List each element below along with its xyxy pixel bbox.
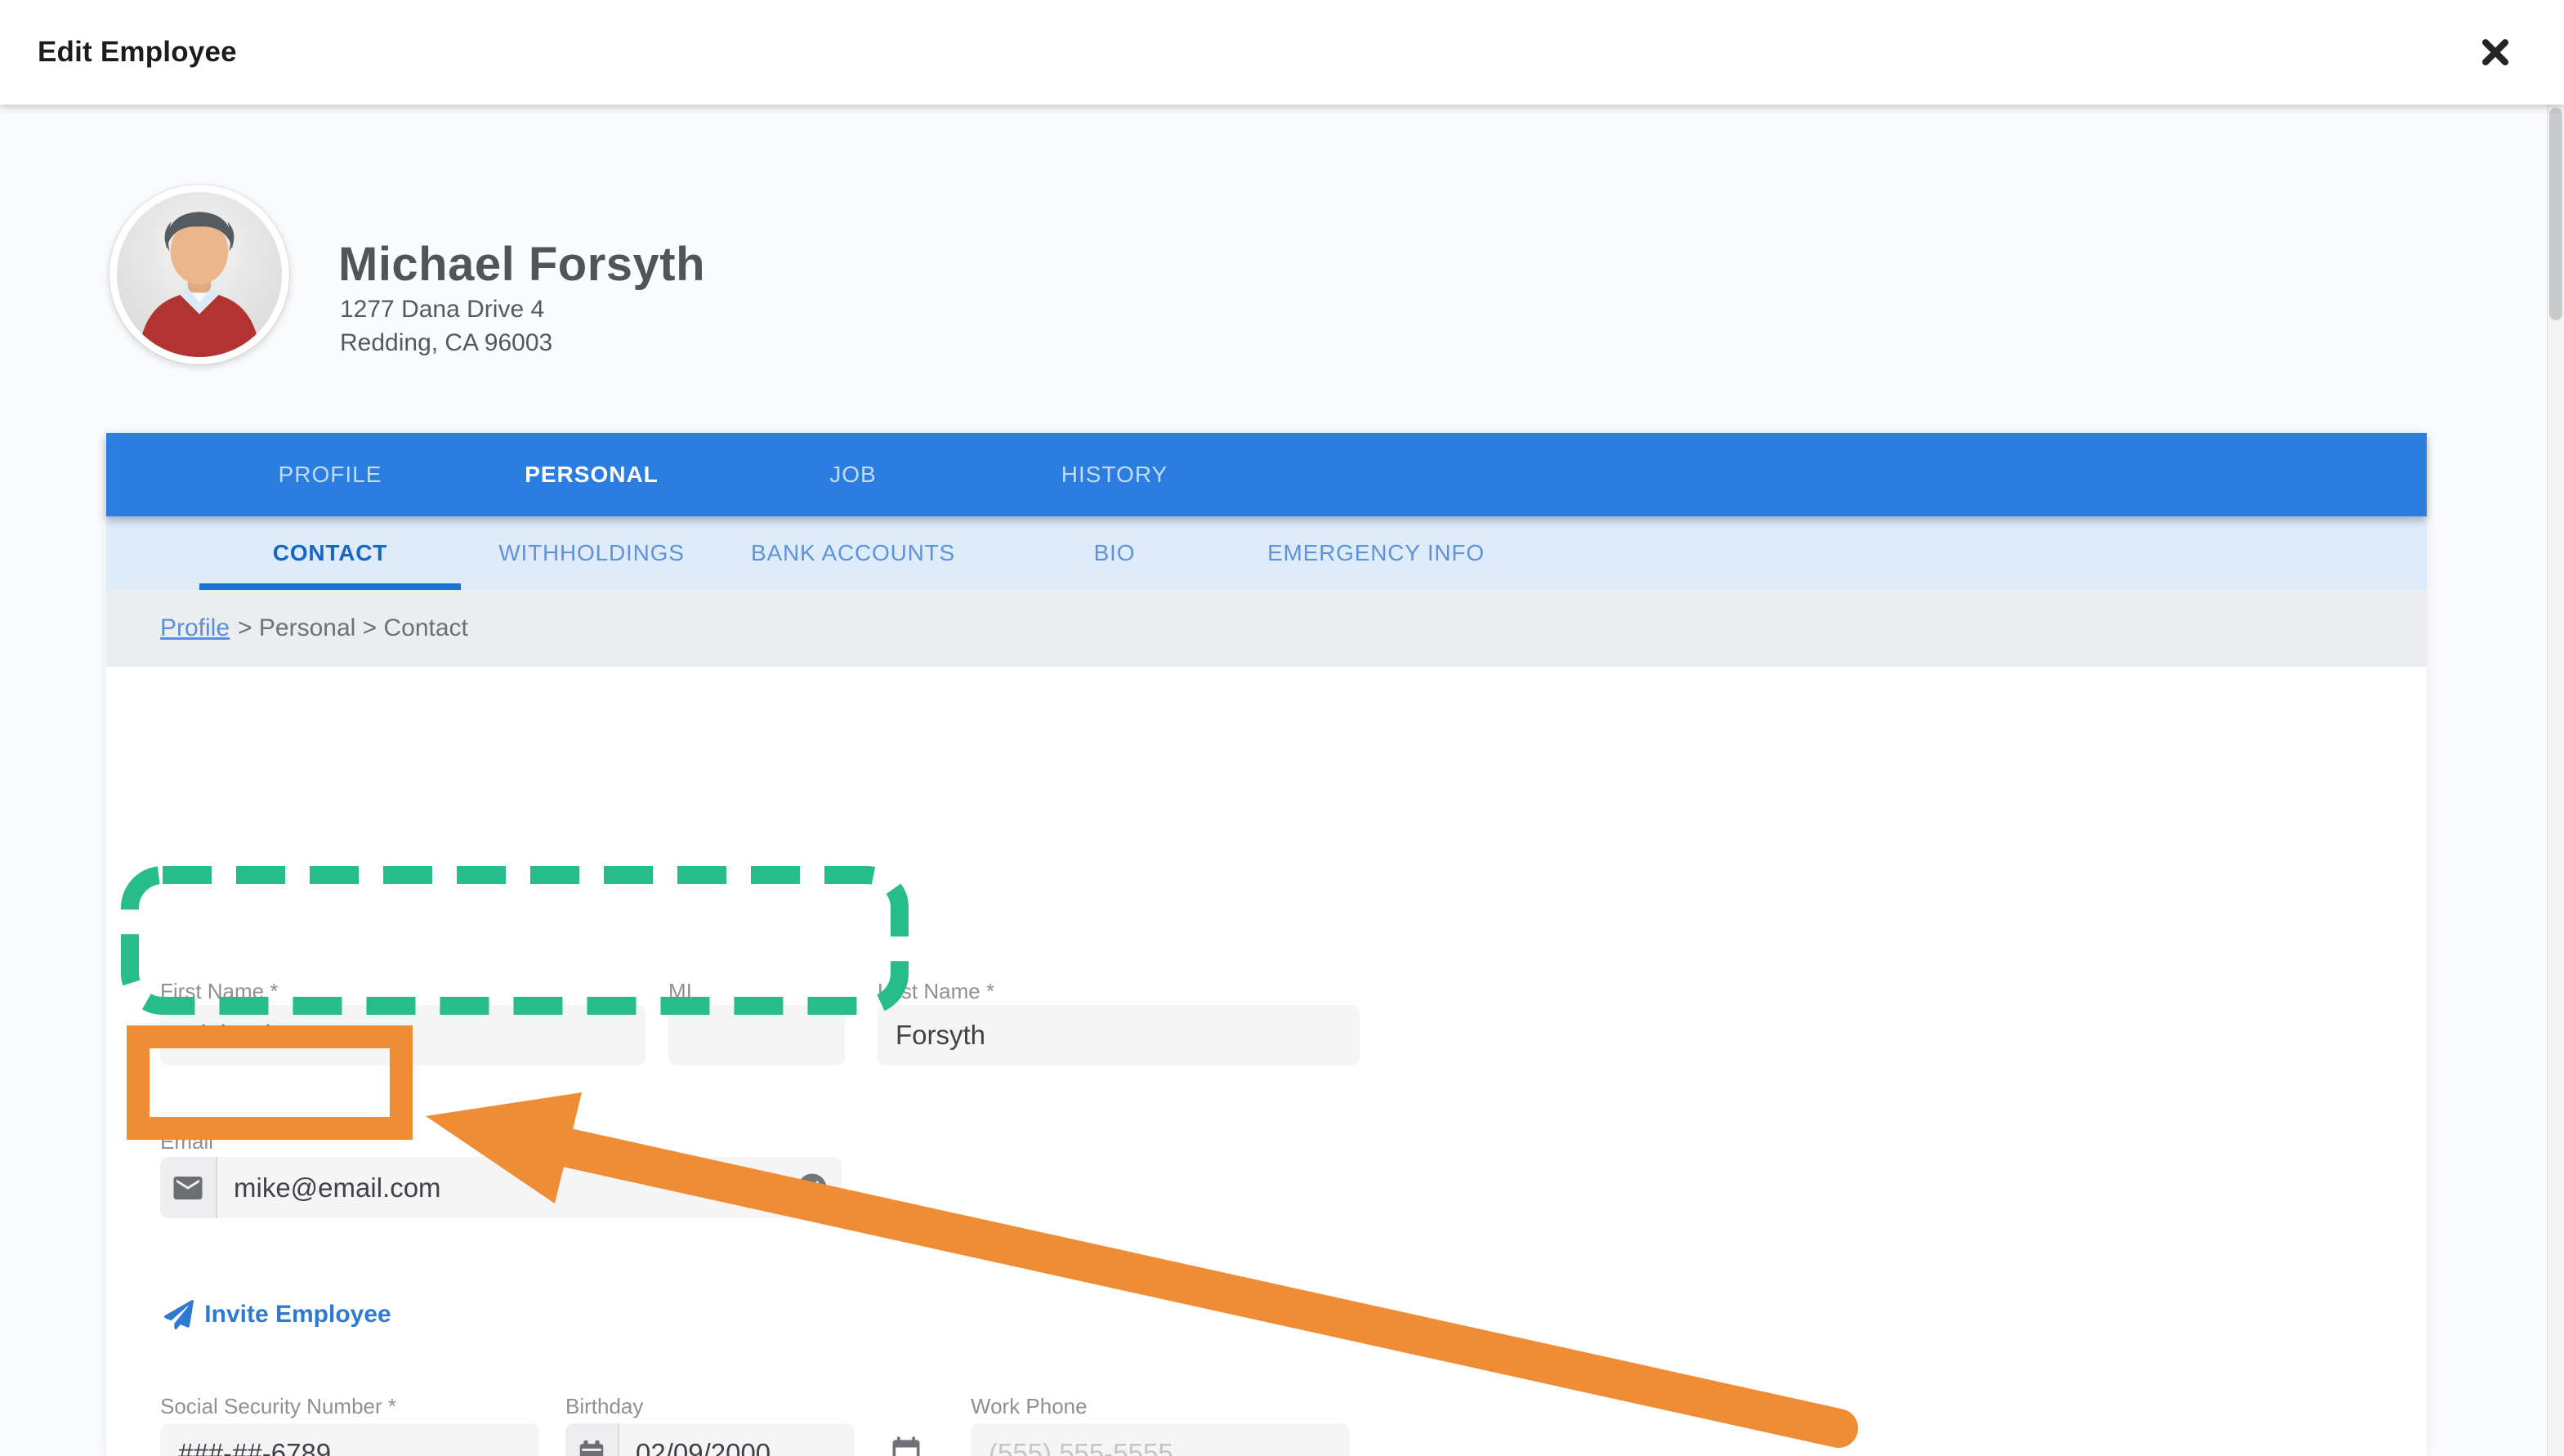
- sub-tab-bar: CONTACT WITHHOLDINGS BANK ACCOUNTS BIO E…: [106, 516, 2427, 590]
- first-name-label: First Name *: [160, 979, 278, 1004]
- breadcrumb-trail: > Personal > Contact: [238, 614, 468, 642]
- calendar-icon: [576, 1438, 607, 1456]
- email-field-group: [160, 1157, 842, 1218]
- work-phone-label: Work Phone: [971, 1394, 1088, 1419]
- close-icon: [2479, 36, 2512, 69]
- employee-name: Michael Forsyth: [338, 237, 705, 292]
- breadcrumb-link-profile[interactable]: Profile: [160, 614, 230, 642]
- birthday-field-group: [565, 1423, 855, 1456]
- active-tab-indicator: [199, 583, 461, 590]
- tab-withholdings[interactable]: WITHHOLDINGS: [461, 516, 722, 590]
- ssn-label: Social Security Number *: [160, 1394, 396, 1419]
- first-name-field[interactable]: [160, 1005, 645, 1065]
- scrollbar-track[interactable]: [2547, 105, 2564, 1456]
- tab-profile[interactable]: PROFILE: [199, 433, 461, 516]
- ssn-field[interactable]: [160, 1423, 539, 1456]
- clear-email-button[interactable]: [794, 1170, 830, 1206]
- email-field[interactable]: [217, 1157, 842, 1218]
- birthday-icon-section: [565, 1423, 619, 1456]
- modal-header: Edit Employee: [0, 0, 2564, 105]
- scrollbar-thumb[interactable]: [2549, 108, 2562, 320]
- main-tab-bar: PROFILE PERSONAL JOB HISTORY: [106, 433, 2427, 516]
- employee-card: PROFILE PERSONAL JOB HISTORY CONTACT WIT…: [106, 433, 2427, 1456]
- tab-history[interactable]: HISTORY: [984, 433, 1245, 516]
- employee-photo: [117, 192, 282, 357]
- envelope-icon: [171, 1171, 205, 1205]
- modal-title: Edit Employee: [38, 36, 237, 69]
- birthday-label: Birthday: [565, 1394, 643, 1419]
- tab-job[interactable]: JOB: [722, 433, 984, 516]
- tab-bio[interactable]: BIO: [984, 516, 1245, 590]
- email-label: Email: [160, 1129, 213, 1155]
- tab-contact[interactable]: CONTACT: [199, 516, 461, 590]
- clear-circle-icon: [795, 1171, 829, 1205]
- tab-emergency-info[interactable]: EMERGENCY INFO: [1245, 516, 1507, 590]
- mi-field[interactable]: [668, 1005, 845, 1065]
- close-button[interactable]: [2469, 26, 2522, 78]
- work-phone-field[interactable]: [971, 1423, 1350, 1456]
- last-name-label: Last Name *: [878, 979, 994, 1004]
- tab-personal[interactable]: PERSONAL: [461, 433, 722, 516]
- datepicker-calendar-icon: [888, 1434, 924, 1456]
- avatar: [109, 185, 289, 364]
- breadcrumb: Profile > Personal > Contact: [106, 590, 2427, 667]
- mi-label: MI: [668, 979, 692, 1004]
- last-name-field[interactable]: [878, 1005, 1360, 1065]
- email-icon-section: [160, 1157, 217, 1218]
- employee-address-line1: 1277 Dana Drive 4: [340, 296, 544, 324]
- birthday-field[interactable]: [619, 1423, 855, 1456]
- tab-bank-accounts[interactable]: BANK ACCOUNTS: [722, 516, 984, 590]
- datepicker-toggle-button[interactable]: [887, 1433, 925, 1456]
- invite-employee-button[interactable]: Invite Employee: [151, 1282, 404, 1347]
- paper-plane-icon: [164, 1300, 194, 1329]
- employee-address-line2: Redding, CA 96003: [340, 329, 552, 357]
- invite-employee-label: Invite Employee: [204, 1301, 391, 1329]
